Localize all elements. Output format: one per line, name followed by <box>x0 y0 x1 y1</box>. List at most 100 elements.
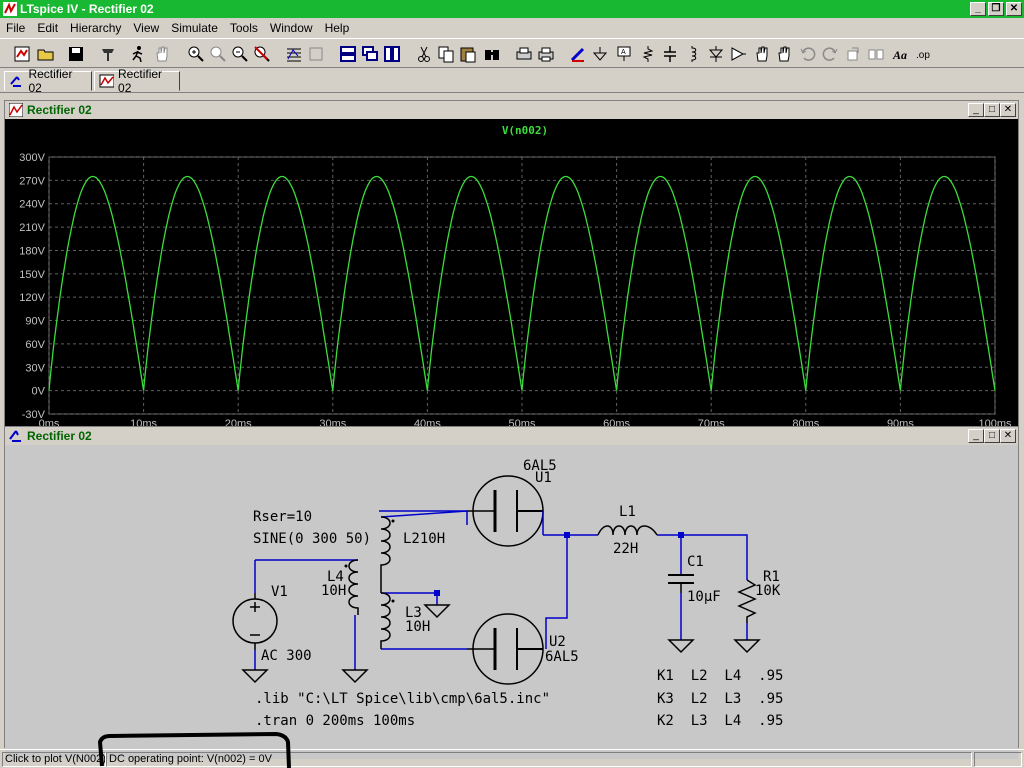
ground-icon[interactable] <box>590 44 610 64</box>
waveform-maximize-button[interactable]: □ <box>984 103 1000 117</box>
menu-help[interactable]: Help <box>319 21 356 35</box>
print-icon[interactable] <box>536 44 556 64</box>
v1-rser-label[interactable]: Rser=10 <box>253 509 312 525</box>
undo-icon[interactable] <box>798 44 818 64</box>
c1-value-label[interactable]: 10µF <box>687 589 721 605</box>
schematic-maximize-button[interactable]: □ <box>984 429 1000 443</box>
l4-value-label[interactable]: 10H <box>321 583 346 599</box>
schematic-canvas[interactable]: 6AL5 U1 U2 6AL5 L1 22H C1 10µF R1 10K Rs… <box>5 445 1018 759</box>
r1-value-label[interactable]: 10K <box>755 583 780 599</box>
c1-ref-label[interactable]: C1 <box>687 554 704 570</box>
menu-edit[interactable]: Edit <box>31 21 64 35</box>
tile-horizontal-icon[interactable] <box>338 44 358 64</box>
text-icon[interactable]: Aa <box>892 44 912 64</box>
coupling-k1[interactable]: K1 L2 L4 .95 <box>657 668 783 684</box>
status-extra <box>974 752 1022 767</box>
close-button[interactable]: ✕ <box>1006 2 1022 16</box>
rotate-icon[interactable] <box>844 44 864 64</box>
resistor-icon[interactable] <box>638 44 658 64</box>
schematic-minimize-button[interactable]: _ <box>968 429 984 443</box>
v1-sine-label[interactable]: SINE(0 300 50) <box>253 531 371 547</box>
coupling-k2[interactable]: K2 L3 L4 .95 <box>657 713 783 729</box>
pan-icon[interactable] <box>208 44 228 64</box>
redo-icon[interactable] <box>820 44 840 64</box>
y-tick-label: 270V <box>19 175 45 187</box>
menu-tools[interactable]: Tools <box>224 21 264 35</box>
inductor-l4[interactable] <box>348 559 359 615</box>
waveform-window-titlebar: Rectifier 02 _ □ ✕ <box>5 101 1018 119</box>
u2-model-label[interactable]: 6AL5 <box>545 649 579 665</box>
resistor-r1[interactable] <box>737 579 757 623</box>
run-icon[interactable] <box>128 44 148 64</box>
minimize-button[interactable]: _ <box>970 2 986 16</box>
ltspice-app-icon <box>3 2 17 16</box>
mirror-icon[interactable] <box>866 44 886 64</box>
svg-text:.op: .op <box>916 50 930 61</box>
status-hint: Click to plot V(N002) <box>2 752 106 767</box>
u2-ref-label[interactable]: U2 <box>549 634 566 650</box>
menu-view[interactable]: View <box>127 21 165 35</box>
move-hand-icon[interactable] <box>752 44 772 64</box>
halt-hand-icon[interactable] <box>152 44 172 64</box>
spice-directive-icon[interactable]: .op <box>914 44 934 64</box>
menu-window[interactable]: Window <box>264 21 319 35</box>
tab-waveform[interactable]: Rectifier 02 <box>94 67 180 95</box>
menu-file[interactable]: File <box>0 21 31 35</box>
spice-lib-directive[interactable]: .lib "C:\LT Spice\lib\cmp\6al5.inc" <box>255 691 550 707</box>
paste-icon[interactable] <box>458 44 478 64</box>
y-tick-label: 180V <box>19 245 45 257</box>
schematic-close-button[interactable]: ✕ <box>1000 429 1016 443</box>
l3-value-label[interactable]: 10H <box>405 619 430 635</box>
tube-u1[interactable] <box>467 475 544 547</box>
draw-wire-icon[interactable] <box>568 44 588 64</box>
tile-vertical-icon[interactable] <box>382 44 402 64</box>
menu-hierarchy[interactable]: Hierarchy <box>64 21 127 35</box>
wire-junctions <box>434 532 684 596</box>
print-setup-icon[interactable] <box>514 44 534 64</box>
plot-area[interactable]: V(n002) -30V 0V 30V 60V 90V 120V 150V 180V 210V 2… <box>5 119 1018 430</box>
copy-icon[interactable] <box>436 44 456 64</box>
tube-u2[interactable] <box>467 613 544 685</box>
l2-value: 10H <box>419 531 446 547</box>
v1-ref-label[interactable]: V1 <box>271 584 288 600</box>
v1-ac-label[interactable]: AC 300 <box>261 648 312 664</box>
coupling-k3[interactable]: K3 L2 L3 .95 <box>657 691 783 707</box>
zoom-in-icon[interactable] <box>186 44 206 64</box>
waveform-plot[interactable]: V(n002) -30V0V30V60V90V120V150V180V210V2… <box>5 119 1018 430</box>
restore-button[interactable]: ❐ <box>988 2 1004 16</box>
autoscale-icon[interactable] <box>284 44 304 64</box>
inductor-l3[interactable] <box>380 592 391 649</box>
l2-label[interactable]: L210H <box>403 531 445 547</box>
inductor-l1[interactable] <box>597 525 658 536</box>
l2-ref: L2 <box>403 531 420 547</box>
inductor-l2[interactable] <box>380 516 391 593</box>
menu-simulate[interactable]: Simulate <box>165 21 224 35</box>
voltage-source-v1[interactable] <box>232 593 278 650</box>
u1-ref-label[interactable]: U1 <box>535 470 552 486</box>
zoom-cancel-icon[interactable] <box>252 44 272 64</box>
zoom-out-icon[interactable] <box>230 44 250 64</box>
capacitor-icon[interactable] <box>660 44 680 64</box>
drag-hand-icon[interactable] <box>774 44 794 64</box>
svg-text:Aa: Aa <box>892 48 907 62</box>
trace-title[interactable]: V(n002) <box>502 124 548 137</box>
l1-ref-label[interactable]: L1 <box>619 504 636 520</box>
new-schematic-icon[interactable] <box>12 44 32 64</box>
control-panel-icon[interactable] <box>98 44 118 64</box>
save-icon[interactable] <box>66 44 86 64</box>
cascade-icon[interactable] <box>360 44 380 64</box>
label-net-icon[interactable]: A <box>614 44 634 64</box>
cut-icon[interactable] <box>414 44 434 64</box>
l1-value-label[interactable]: 22H <box>613 541 638 557</box>
inductor-icon[interactable] <box>682 44 702 64</box>
fit-icon[interactable] <box>306 44 326 64</box>
component-icon[interactable] <box>728 44 748 64</box>
schematic-window: Rectifier 02 _ □ ✕ 6AL5 U1 U2 6AL5 L1 22… <box>4 426 1019 759</box>
find-binoculars-icon[interactable] <box>482 44 502 64</box>
waveform-minimize-button[interactable]: _ <box>968 103 984 117</box>
diode-icon[interactable] <box>706 44 726 64</box>
spice-tran-directive[interactable]: .tran 0 200ms 100ms <box>255 713 415 729</box>
tab-schematic[interactable]: Rectifier 02 <box>4 67 92 95</box>
open-folder-icon[interactable] <box>36 44 56 64</box>
waveform-close-button[interactable]: ✕ <box>1000 103 1016 117</box>
